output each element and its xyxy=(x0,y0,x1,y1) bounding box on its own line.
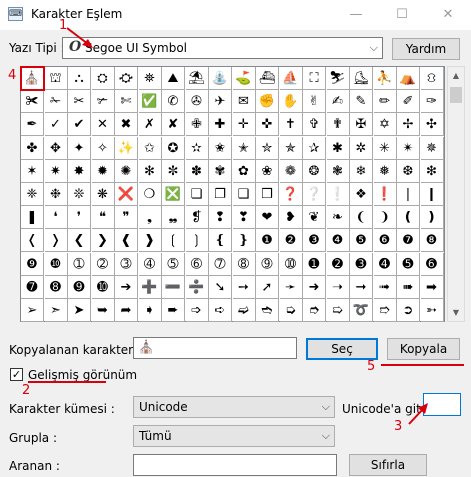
annotation-underline-2 xyxy=(28,381,106,383)
annotation-arrows xyxy=(66,27,428,425)
char-cell[interactable]: ⛪ xyxy=(20,66,45,91)
annotation-2: 2 xyxy=(22,383,31,398)
annotation-3: 3 xyxy=(394,419,403,434)
annotation-underline-5 xyxy=(381,364,464,366)
annotation-5: 5 xyxy=(367,359,376,374)
annotation-arrow-1 xyxy=(66,27,89,45)
annotation-4: 4 xyxy=(8,68,17,83)
